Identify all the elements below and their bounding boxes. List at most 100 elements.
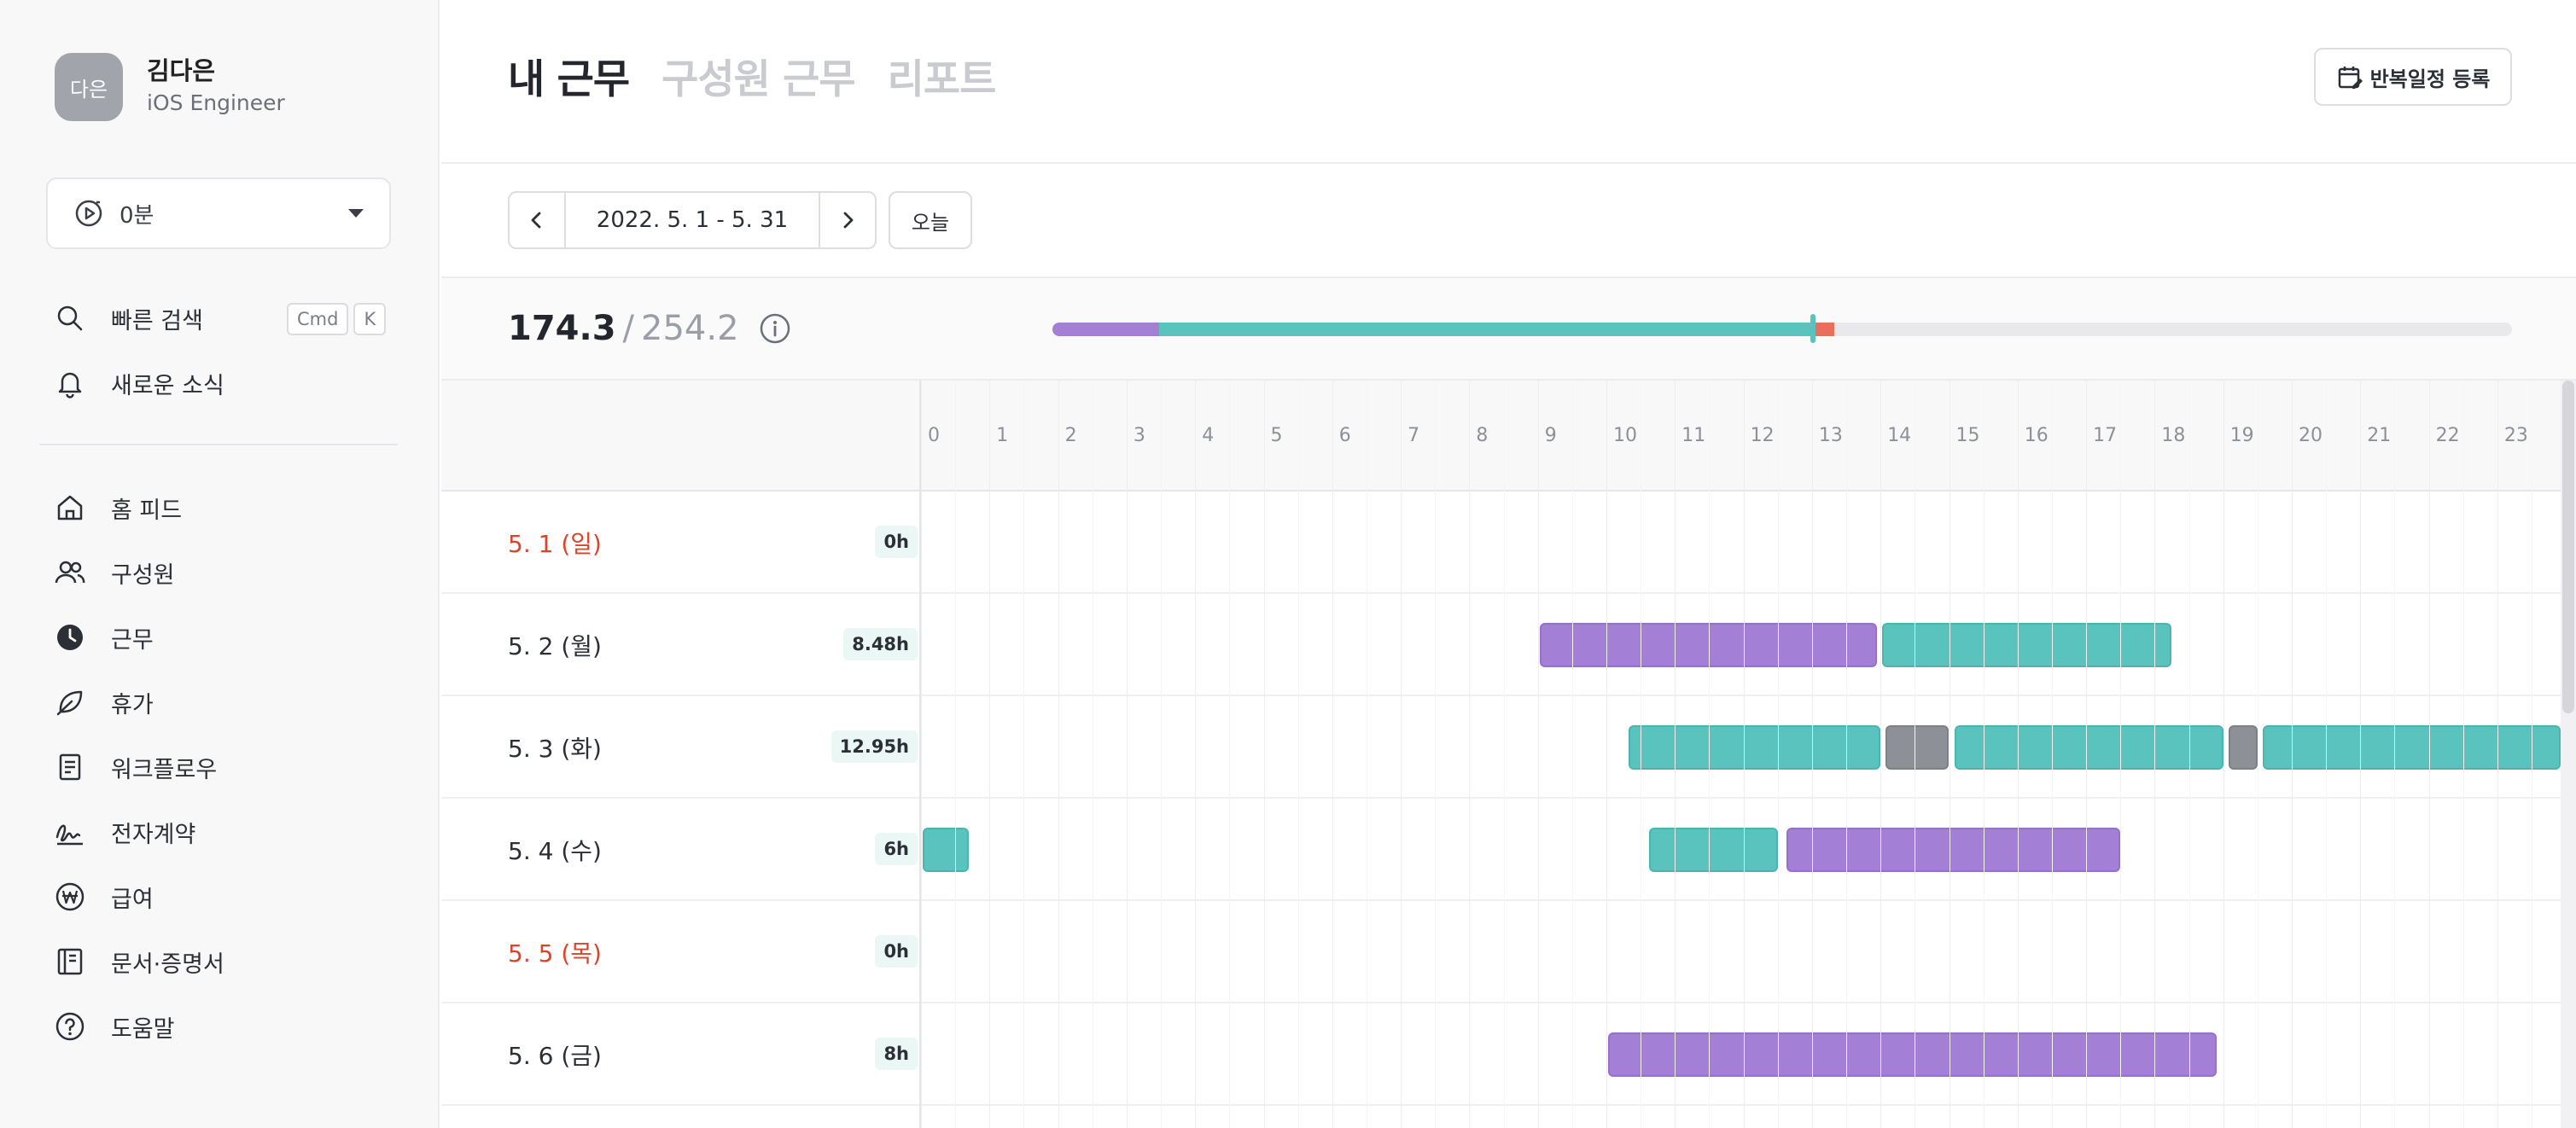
date-range[interactable]: 2022. 5. 1 - 5. 31 (564, 193, 820, 247)
hour-gridline (2017, 381, 2019, 1128)
news-button[interactable]: 새로운 소식 (55, 364, 224, 402)
signature-icon (55, 824, 83, 846)
day-hours-badge: 12.95h (830, 730, 918, 763)
half-hour-gridline (2394, 381, 2396, 1128)
hour-label: 17 (2093, 425, 2118, 446)
sidebar-item-label: 전자계약 (111, 821, 196, 848)
work-summary: 174.3 / 254.2 (441, 278, 2576, 381)
hour-gridline (2223, 381, 2224, 1128)
target-hours: 254.2 (641, 309, 739, 348)
sidebar-item-label: 워크플로우 (111, 756, 218, 783)
day-hours-badge: 0h (875, 526, 918, 558)
hour-gridline (1263, 381, 1265, 1128)
hour-gridline (1880, 381, 1882, 1128)
profile[interactable]: 다은 김다은 iOS Engineer (55, 53, 285, 121)
kbd-k: K (353, 303, 387, 335)
sidebar-item-work[interactable]: 근무 (55, 619, 154, 656)
kbd-cmd: Cmd (287, 303, 349, 335)
hour-label: 3 (1133, 425, 1145, 446)
hour-gridline (1058, 381, 1059, 1128)
day-label: 5. 1 (일) (508, 530, 602, 558)
hour-gridline (2292, 381, 2293, 1128)
sidebar-item-help[interactable]: 도움말 (55, 1008, 175, 1045)
day-label: 5. 6 (금) (508, 1042, 602, 1070)
profile-name: 김다은 (147, 56, 216, 85)
news-label: 새로운 소식 (111, 372, 224, 399)
calendar-edit-icon (2338, 67, 2363, 89)
won-icon (55, 882, 85, 911)
today-button[interactable]: 오늘 (889, 191, 972, 249)
progress-segment (1159, 323, 1814, 336)
half-hour-gridline (1846, 381, 1848, 1128)
half-hour-gridline (2462, 381, 2464, 1128)
scrollbar-thumb[interactable] (2562, 381, 2574, 713)
half-hour-gridline (1709, 381, 1711, 1128)
tab-report[interactable]: 리포트 (888, 46, 997, 105)
hour-gridline (2428, 381, 2430, 1128)
sidebar-item-label: 근무 (111, 626, 154, 654)
sidebar-item-vacation[interactable]: 휴가 (55, 683, 154, 721)
sidebar-item-members[interactable]: 구성원 (55, 554, 175, 591)
hour-label: 18 (2161, 425, 2186, 446)
prev-period-button[interactable] (510, 193, 564, 247)
work-progress-bar (1052, 323, 2512, 336)
search-icon (57, 305, 83, 331)
hour-label: 7 (1407, 425, 1420, 446)
shortcut-hint: Cmd K (287, 303, 387, 335)
half-hour-gridline (1161, 381, 1163, 1128)
timer-dropdown[interactable]: 0분 (46, 177, 391, 249)
tab-bar: 내 근무 구성원 근무 리포트 (508, 46, 997, 105)
hour-label: 2 (1064, 425, 1077, 446)
chevron-left-icon (531, 212, 541, 229)
progress-segment (1813, 323, 1834, 336)
sidebar-item-e-contract[interactable]: 전자계약 (55, 813, 195, 851)
hour-label: 15 (1955, 425, 1980, 446)
hour-gridline (1743, 381, 1745, 1128)
half-hour-gridline (1023, 381, 1025, 1128)
half-hour-gridline (1777, 381, 1779, 1128)
sidebar-item-label: 구성원 (111, 561, 175, 589)
hour-label: 23 (2503, 425, 2528, 446)
document-icon (59, 753, 81, 781)
sidebar-item-payroll[interactable]: 급여 (55, 878, 154, 916)
quick-search-button[interactable]: 빠른 검색 (55, 299, 203, 337)
avatar[interactable]: 다은 (55, 53, 123, 121)
hour-gridline (1332, 381, 1333, 1128)
next-period-button[interactable] (820, 193, 875, 247)
hour-label: 14 (1887, 425, 1912, 446)
clock-icon (57, 625, 83, 650)
day-label: 5. 4 (수) (508, 837, 602, 865)
hour-label: 10 (1613, 425, 1637, 446)
sidebar-item-home-feed[interactable]: 홈 피드 (55, 489, 182, 526)
people-icon (55, 561, 85, 584)
sidebar-item-documents[interactable]: 문서·증명서 (55, 943, 224, 980)
info-icon[interactable] (758, 311, 792, 346)
hour-label: 4 (1202, 425, 1215, 446)
profile-role: iOS Engineer (147, 90, 285, 115)
hour-gridline (921, 381, 922, 1128)
hour-label: 21 (2367, 425, 2392, 446)
quick-search-label: 빠른 검색 (111, 307, 203, 334)
half-hour-gridline (2120, 381, 2122, 1128)
worked-hours: 174.3 (508, 309, 616, 348)
hour-label: 19 (2229, 425, 2254, 446)
day-label: 5. 5 (목) (508, 939, 602, 968)
hour-label: 5 (1270, 425, 1283, 446)
progress-current-marker (1810, 314, 1816, 343)
register-repeat-schedule-button[interactable]: 반복일정 등록 (2314, 48, 2512, 106)
hour-gridline (2086, 381, 2088, 1128)
hours-separator: / (622, 309, 635, 348)
date-range-navigator: 2022. 5. 1 - 5. 31 (508, 191, 877, 249)
schedule-grid: 5. 1 (일) 0h 5. 2 (월) 8.48h 5. 3 (화) 12.95h 5. … (441, 381, 2576, 1128)
half-hour-gridline (1571, 381, 1573, 1128)
hour-label: 20 (2299, 425, 2322, 446)
progress-segment (1052, 323, 1160, 336)
hour-gridline (1126, 381, 1128, 1128)
tab-member-work[interactable]: 구성원 근무 (661, 46, 856, 105)
home-icon (57, 495, 83, 520)
hour-gridline (1675, 381, 1676, 1128)
sidebar-item-workflow[interactable]: 워크플로우 (55, 748, 217, 786)
hour-label: 6 (1338, 425, 1351, 446)
tab-my-work[interactable]: 내 근무 (508, 46, 630, 105)
sidebar-item-label: 홈 피드 (111, 497, 183, 524)
